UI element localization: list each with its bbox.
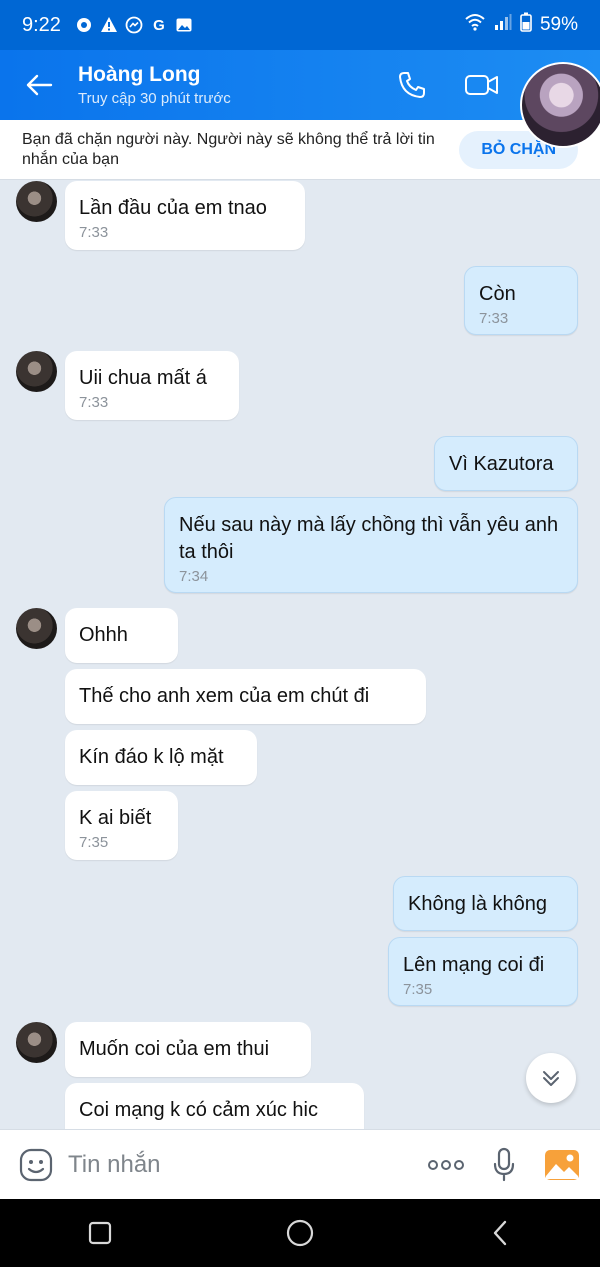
image-icon bbox=[175, 16, 193, 34]
message-incoming[interactable]: Coi mạng k có cảm xúc hic bbox=[65, 1083, 364, 1129]
floating-avatar[interactable] bbox=[520, 62, 600, 148]
message-outgoing[interactable]: Vì Kazutora bbox=[434, 436, 578, 491]
contact-name: Hoàng Long bbox=[78, 63, 201, 86]
contact-avatar[interactable] bbox=[16, 608, 57, 649]
last-seen: Truy cập 30 phút trước bbox=[78, 90, 231, 107]
message-time: 7:35 bbox=[403, 981, 433, 998]
phone-icon bbox=[399, 72, 425, 98]
message-text: Lên mạng coi đi bbox=[403, 954, 545, 976]
google-icon: G bbox=[153, 16, 165, 34]
voice-record-button[interactable] bbox=[484, 1145, 524, 1185]
photo-button[interactable] bbox=[542, 1145, 582, 1185]
message-incoming[interactable]: K ai biết 7:35 bbox=[65, 791, 178, 860]
status-bar: 9:22 G 59% bbox=[0, 0, 600, 50]
message-time: 7:35 bbox=[79, 834, 109, 851]
recent-apps-icon bbox=[88, 1221, 112, 1245]
microphone-icon bbox=[493, 1147, 515, 1181]
message-time: 7:34 bbox=[179, 568, 209, 585]
sticker-icon bbox=[19, 1148, 53, 1181]
contact-avatar[interactable] bbox=[16, 181, 57, 222]
recent-apps-button[interactable] bbox=[70, 1208, 130, 1258]
gallery-icon bbox=[545, 1149, 579, 1180]
contact-info[interactable]: Hoàng Long Truy cập 30 phút trước bbox=[78, 63, 390, 107]
back-nav-button[interactable] bbox=[470, 1208, 530, 1258]
voice-call-button[interactable] bbox=[390, 63, 434, 107]
message-incoming[interactable]: Thế cho anh xem của em chút đi bbox=[65, 669, 426, 724]
message-text: Nếu sau này mà lấy chồng thì vẫn yêu anh… bbox=[179, 514, 559, 563]
home-button[interactable] bbox=[270, 1208, 330, 1258]
chat-bubble-icon bbox=[75, 16, 93, 34]
message-incoming[interactable]: Kín đáo k lộ mặt bbox=[65, 730, 257, 785]
message-incoming[interactable]: Muốn coi của em thui bbox=[65, 1022, 311, 1077]
message-time: 7:33 bbox=[79, 224, 109, 241]
message-time: 7:33 bbox=[79, 394, 109, 411]
contact-avatar[interactable] bbox=[16, 1022, 57, 1063]
message-input[interactable]: Tin nhắn bbox=[68, 1151, 408, 1179]
signal-icon bbox=[494, 13, 512, 37]
sticker-button[interactable] bbox=[18, 1147, 54, 1183]
video-camera-icon bbox=[465, 75, 498, 95]
back-button[interactable] bbox=[0, 50, 78, 120]
scroll-to-bottom-button[interactable] bbox=[526, 1053, 576, 1103]
message-composer: Tin nhắn bbox=[0, 1129, 600, 1199]
message-outgoing[interactable]: Nếu sau này mà lấy chồng thì vẫn yêu anh… bbox=[164, 497, 578, 593]
message-text: Còn bbox=[479, 283, 516, 305]
message-text: Thế cho anh xem của em chút đi bbox=[79, 685, 370, 707]
warning-icon bbox=[100, 16, 118, 34]
home-circle-icon bbox=[286, 1219, 314, 1247]
contact-avatar[interactable] bbox=[16, 351, 57, 392]
battery-icon bbox=[520, 12, 532, 38]
system-nav-bar bbox=[0, 1199, 600, 1267]
double-chevron-down-icon bbox=[543, 1071, 559, 1086]
message-text: Không là không bbox=[408, 893, 548, 915]
message-time: 7:33 bbox=[479, 310, 509, 327]
wifi-icon bbox=[464, 13, 486, 37]
message-text: Muốn coi của em thui bbox=[79, 1038, 270, 1060]
more-options-button[interactable] bbox=[426, 1145, 466, 1185]
more-dots-icon bbox=[428, 1159, 464, 1170]
blocked-banner: Bạn đã chặn người này. Người này sẽ khôn… bbox=[0, 120, 600, 180]
chevron-left-icon bbox=[493, 1220, 507, 1246]
chat-header: Hoàng Long Truy cập 30 phút trước bbox=[0, 50, 600, 120]
status-right: 59% bbox=[464, 12, 578, 38]
message-text: Lần đầu của em tnao bbox=[79, 197, 267, 219]
messenger-icon bbox=[125, 16, 143, 34]
battery-level: 59% bbox=[539, 14, 578, 35]
message-text: Coi mạng k có cảm xúc hic bbox=[79, 1099, 318, 1121]
status-time: 9:22 bbox=[22, 13, 61, 36]
blocked-notice: Bạn đã chặn người này. Người này sẽ khôn… bbox=[22, 130, 435, 168]
message-incoming[interactable]: Ohhh bbox=[65, 608, 178, 663]
message-text: K ai biết bbox=[79, 807, 152, 829]
status-notification-icons: G bbox=[75, 16, 193, 34]
message-text: Kín đáo k lộ mặt bbox=[79, 746, 224, 768]
message-outgoing[interactable]: Lên mạng coi đi 7:35 bbox=[388, 937, 578, 1006]
message-outgoing[interactable]: Không là không bbox=[393, 876, 578, 931]
arrow-left-icon bbox=[26, 74, 53, 96]
message-incoming[interactable]: Lần đầu của em tnao 7:33 bbox=[65, 181, 305, 250]
message-text: Ohhh bbox=[79, 624, 128, 646]
video-call-button[interactable] bbox=[460, 63, 504, 107]
message-text: Uii chua mất á bbox=[79, 367, 207, 389]
message-incoming[interactable]: Uii chua mất á 7:33 bbox=[65, 351, 239, 420]
message-outgoing[interactable]: Còn 7:33 bbox=[464, 266, 578, 335]
message-text: Vì Kazutora bbox=[449, 453, 554, 475]
